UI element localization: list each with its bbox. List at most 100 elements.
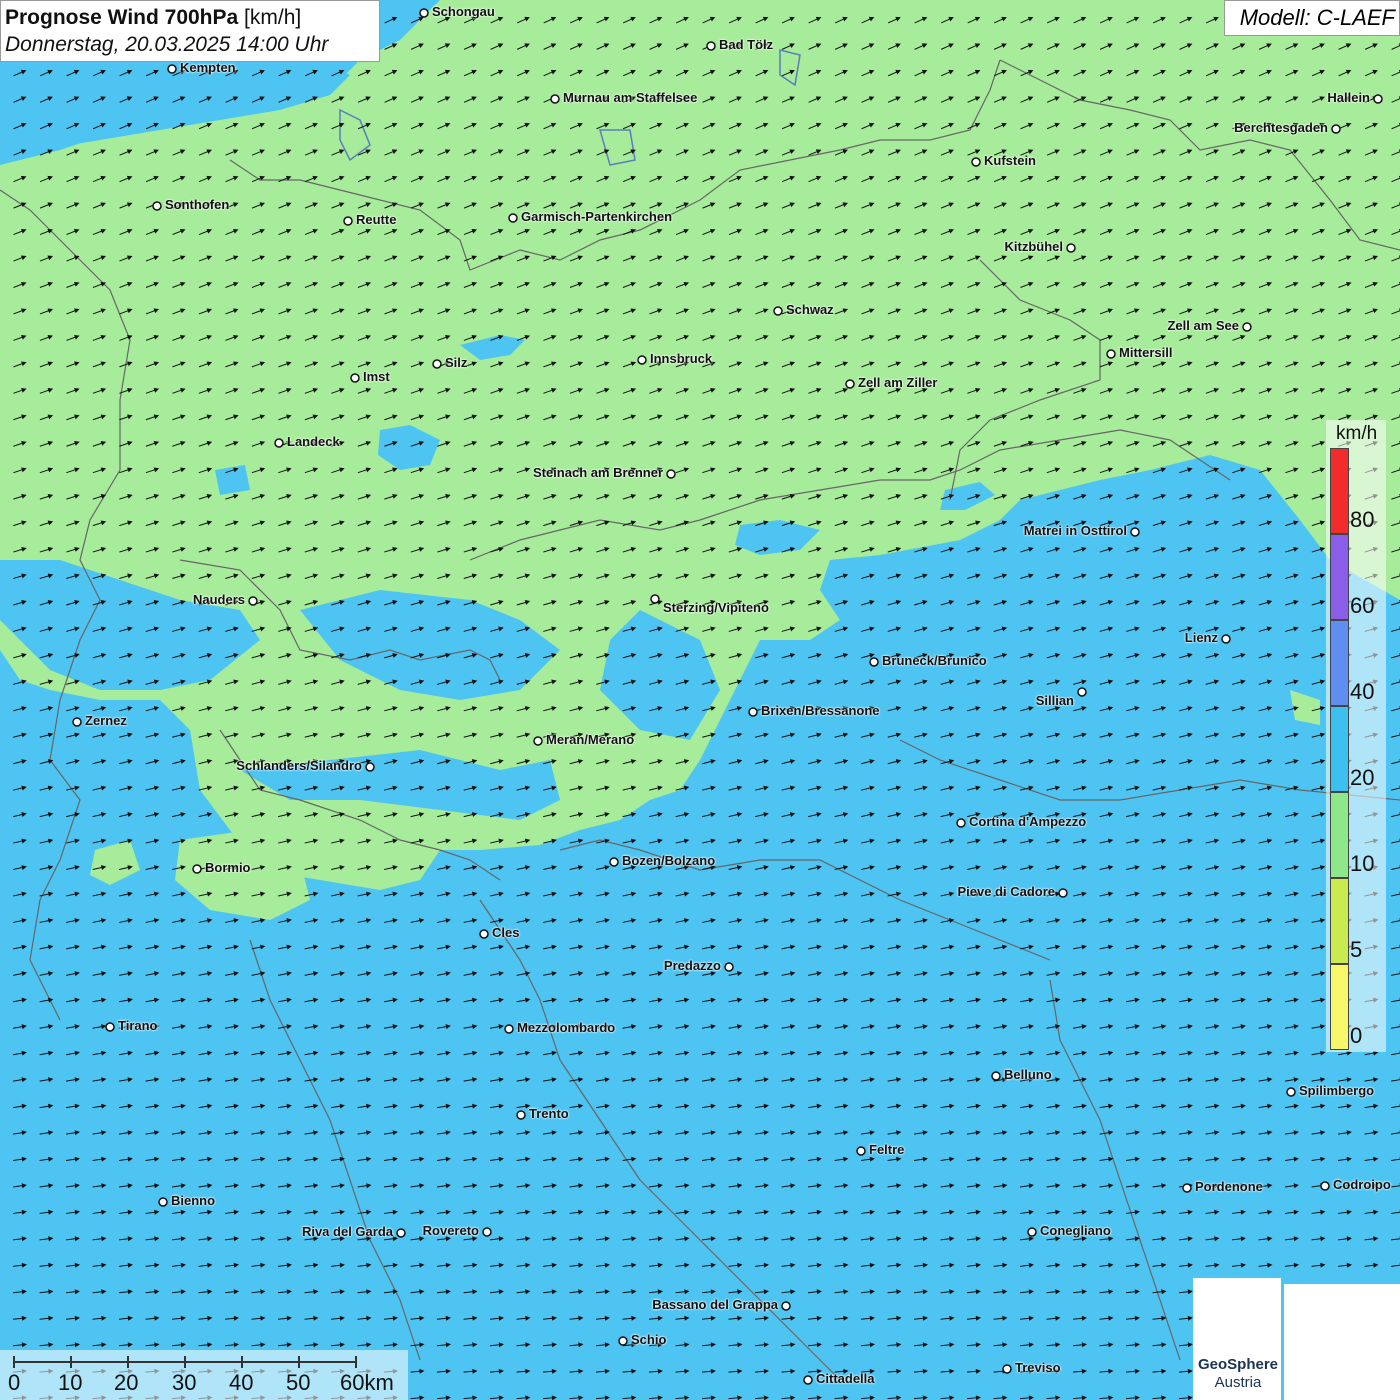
city-marker xyxy=(724,962,734,972)
city-label: Murnau am Staffelsee xyxy=(563,90,698,105)
scale-bar-label: 30 xyxy=(172,1370,197,1395)
city-label: Bassano del Grappa xyxy=(652,1297,778,1312)
city-label: Berchtesgaden xyxy=(1234,120,1328,135)
city-marker xyxy=(869,657,879,667)
city-label: Cittadella xyxy=(816,1371,875,1386)
legend-tick-label: 80 xyxy=(1350,507,1375,532)
city-marker xyxy=(1221,634,1231,644)
city-label: Kufstein xyxy=(984,153,1036,168)
map-title: Prognose Wind 700hPa [km/h] xyxy=(5,4,375,32)
scale-bar-label: 0 xyxy=(8,1370,21,1395)
city-label: Bruneck/Brunico xyxy=(882,653,987,668)
scale-bar-label: 10 xyxy=(58,1370,83,1395)
city-label: Reutte xyxy=(356,212,397,227)
city-marker xyxy=(1286,1087,1296,1097)
city-marker xyxy=(192,864,202,874)
legend-tick-label: 5 xyxy=(1350,937,1363,962)
city-marker xyxy=(609,857,619,867)
city-marker xyxy=(1331,124,1341,134)
city-marker xyxy=(432,359,442,369)
city-marker xyxy=(550,94,560,104)
city-label: Sonthofen xyxy=(165,197,230,212)
city-marker xyxy=(167,64,177,74)
city-label: Garmisch-Partenkirchen xyxy=(521,209,673,224)
city-label: Codroipo xyxy=(1333,1177,1391,1192)
city-marker xyxy=(396,1228,406,1238)
city-marker xyxy=(419,8,429,18)
legend-color-segment xyxy=(1330,448,1349,534)
city-marker xyxy=(1320,1181,1330,1191)
city-marker xyxy=(856,1146,866,1156)
city-label: Meran/Merano xyxy=(546,732,635,747)
city-marker xyxy=(274,438,284,448)
city-label: Landeck xyxy=(287,434,340,449)
city-marker xyxy=(1130,527,1140,537)
city-label: Cortina d'Ampezzo xyxy=(969,814,1087,829)
city-label: Tirano xyxy=(118,1018,158,1033)
city-label: Spilimbergo xyxy=(1299,1083,1375,1098)
city-marker xyxy=(1242,322,1252,332)
city-marker xyxy=(1106,349,1116,359)
city-label: Zernez xyxy=(85,713,127,728)
city-label: Belluno xyxy=(1004,1067,1052,1082)
city-label: Kitzbühel xyxy=(1004,239,1064,254)
city-label: Pieve di Cadore xyxy=(957,884,1055,899)
city-label: Lienz xyxy=(1184,630,1218,645)
city-label: Rovereto xyxy=(422,1223,479,1238)
legend-tick-label: 60 xyxy=(1350,593,1375,618)
legend-color-segment xyxy=(1330,706,1349,792)
city-marker xyxy=(637,355,647,365)
legend-color-segment xyxy=(1330,792,1349,878)
city-marker xyxy=(971,157,981,167)
city-label: Conegliano xyxy=(1040,1223,1111,1238)
city-label: Bienno xyxy=(171,1193,216,1208)
city-label: Bozen/Bolzano xyxy=(622,853,716,868)
city-marker xyxy=(508,213,518,223)
legend-tick-label: 0 xyxy=(1350,1023,1363,1048)
city-label: Mittersill xyxy=(1119,345,1173,360)
city-marker xyxy=(504,1024,514,1034)
model-label: Modell: C-LAEF xyxy=(1224,0,1400,36)
city-label: Schongau xyxy=(432,4,495,19)
city-label: Zell am Ziller xyxy=(858,375,938,390)
map-title-unit: [km/h] xyxy=(244,6,302,29)
map-title-bold: Prognose Wind 700hPa xyxy=(5,6,239,29)
city-label: Imst xyxy=(363,369,390,384)
city-label: Riva del Garda xyxy=(301,1224,393,1239)
city-label: Hallein xyxy=(1327,90,1370,105)
city-marker xyxy=(248,596,258,606)
city-label: Kempten xyxy=(180,60,236,75)
city-marker xyxy=(748,707,758,717)
city-label: Bormio xyxy=(205,860,251,875)
city-marker xyxy=(666,469,676,479)
city-marker xyxy=(350,373,360,383)
geosphere-logo-country: Austria xyxy=(1214,1374,1262,1391)
city-marker xyxy=(1182,1183,1192,1193)
city-label: Matrei in Osttirol xyxy=(1023,523,1127,538)
legend-color-segment xyxy=(1330,878,1349,964)
city-marker xyxy=(706,41,716,51)
scale-bar-label: 60km xyxy=(340,1370,394,1395)
city-marker xyxy=(1077,687,1087,697)
legend-tick-label: 40 xyxy=(1350,679,1375,704)
city-label: Brixen/Bressanone xyxy=(761,703,880,718)
city-marker xyxy=(105,1022,115,1032)
city-marker xyxy=(845,379,855,389)
legend-color-segment xyxy=(1330,964,1349,1050)
city-label: Feltre xyxy=(869,1142,905,1157)
city-label: Schwaz xyxy=(786,302,834,317)
city-label: Pordenone xyxy=(1195,1179,1263,1194)
city-marker xyxy=(158,1197,168,1207)
scale-bar-label: 40 xyxy=(229,1370,254,1395)
city-label: Bad Tölz xyxy=(719,37,774,52)
app-logo[interactable] xyxy=(1284,1284,1400,1400)
city-marker xyxy=(781,1301,791,1311)
city-marker xyxy=(482,1227,492,1237)
city-marker xyxy=(618,1336,628,1346)
city-marker xyxy=(1002,1364,1012,1374)
city-marker xyxy=(533,736,543,746)
city-marker xyxy=(773,306,783,316)
legend-unit: km/h xyxy=(1336,423,1378,444)
city-marker xyxy=(1027,1227,1037,1237)
legend-color-segment xyxy=(1330,620,1349,706)
